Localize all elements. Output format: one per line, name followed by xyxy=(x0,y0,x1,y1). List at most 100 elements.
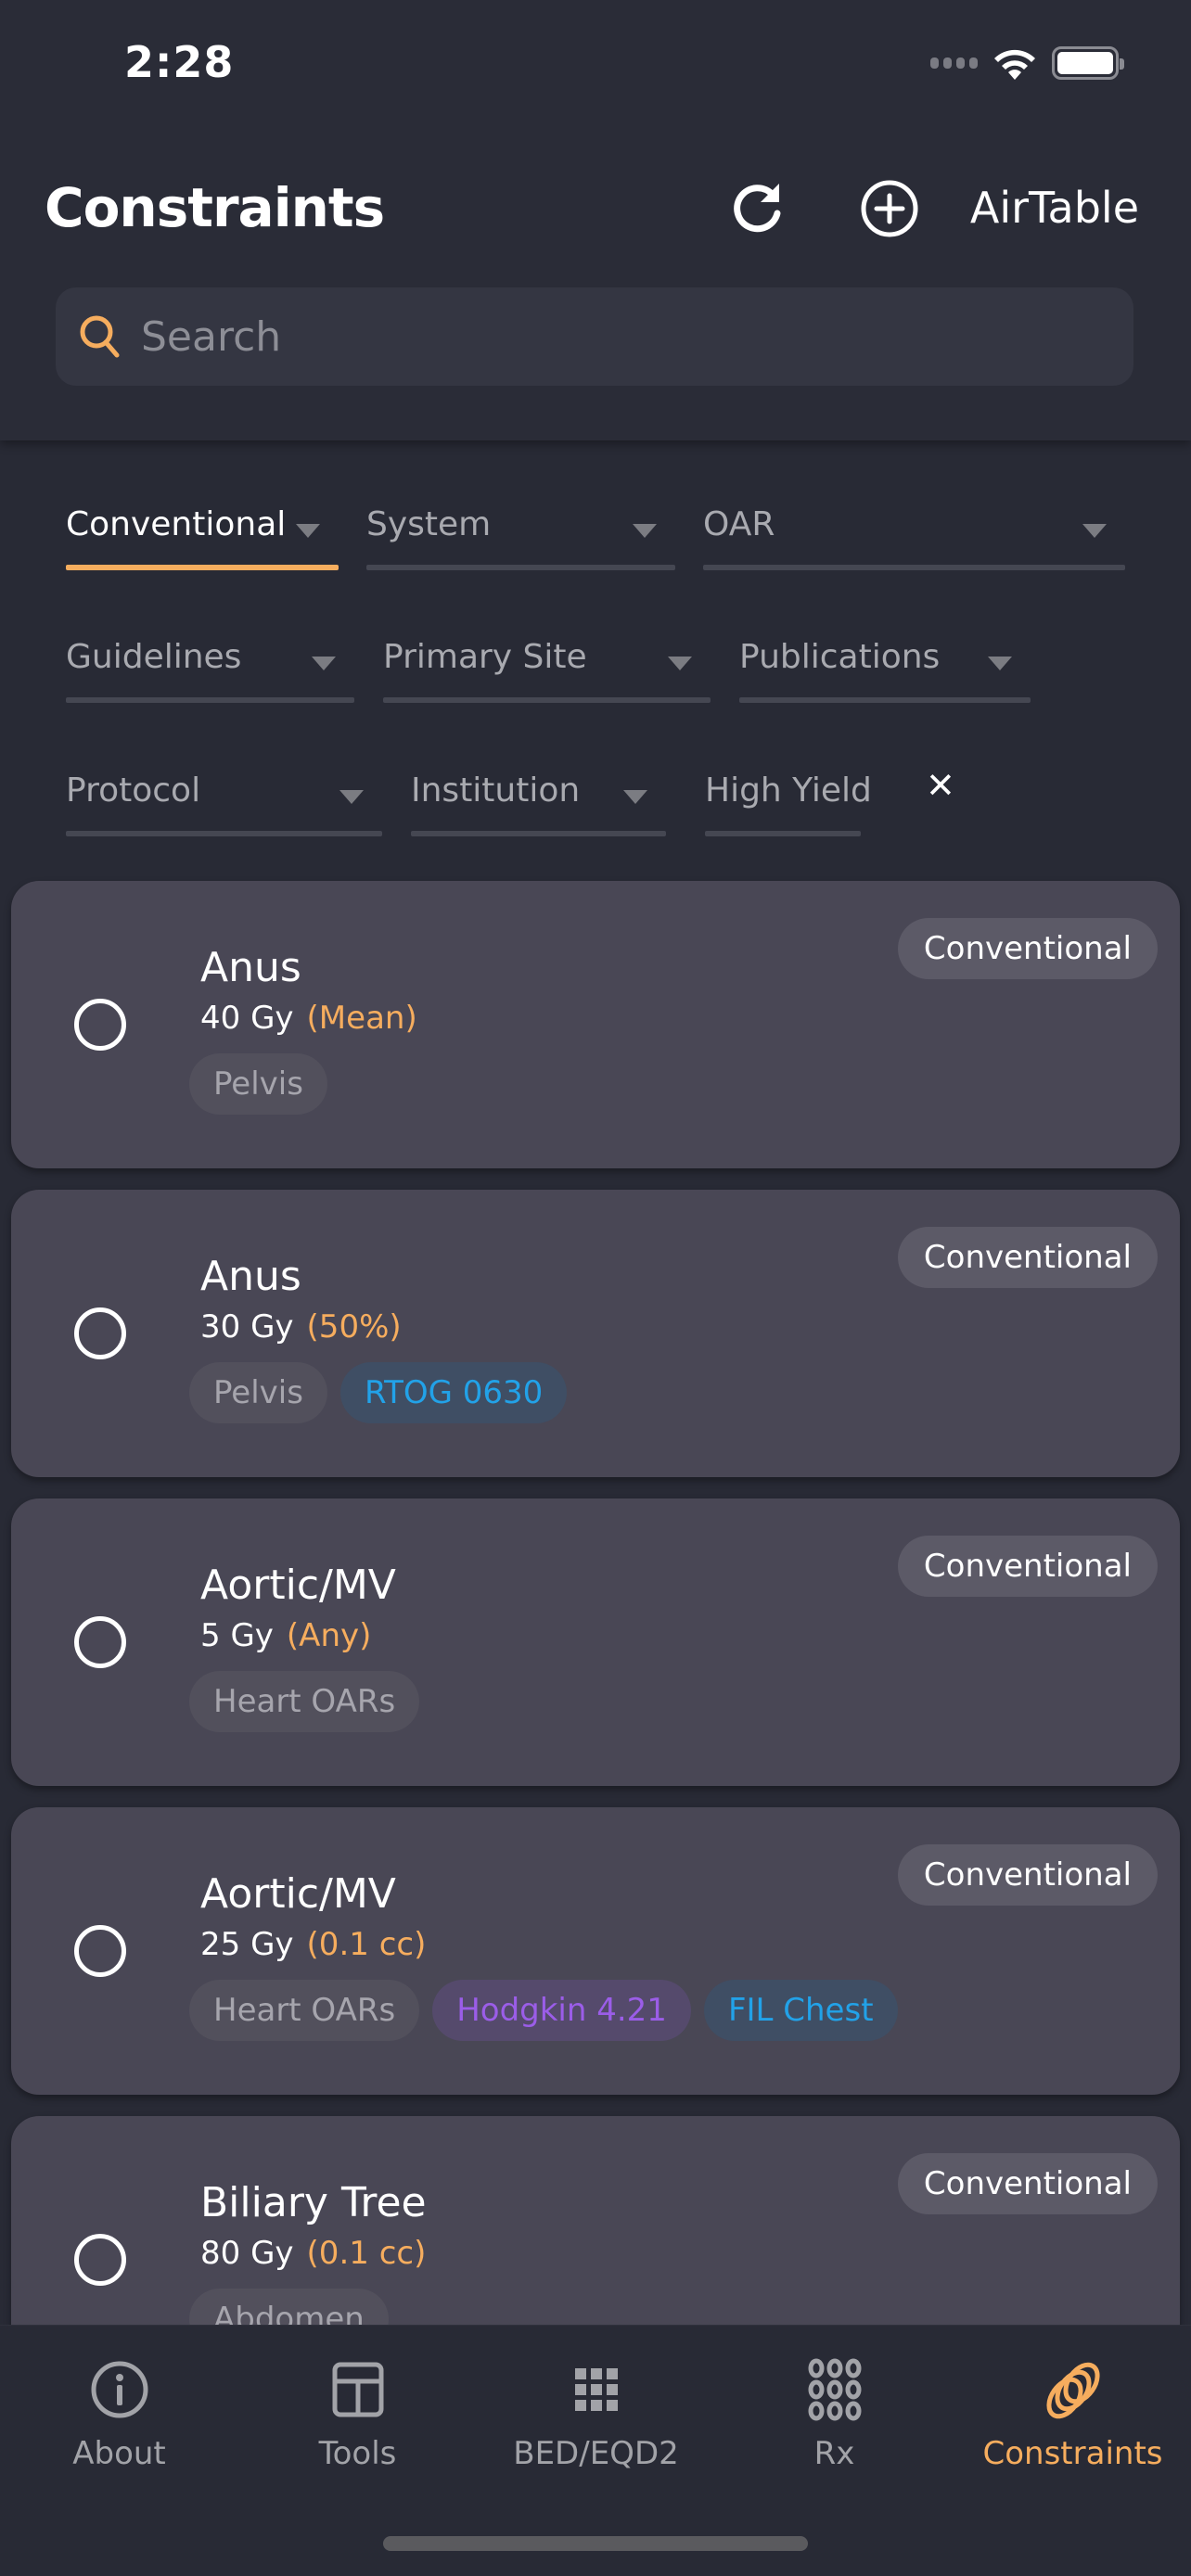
filter-label: Institution xyxy=(411,772,581,810)
organ-name: Aortic/MV xyxy=(200,1870,396,1918)
tab-tools[interactable]: Tools xyxy=(238,2326,477,2511)
app-header: 2:28 Constraints AirTable xyxy=(0,0,1191,440)
dose-value: 80 Gy xyxy=(200,2235,294,2272)
select-radio[interactable] xyxy=(74,1925,126,1977)
type-badge: Conventional xyxy=(897,1844,1158,1906)
type-badge: Conventional xyxy=(897,2153,1158,2214)
dose-line: 25 Gy (0.1 cc) xyxy=(200,1926,426,1963)
dose-value: 40 Gy xyxy=(200,1000,294,1037)
chevron-down-icon xyxy=(339,790,364,804)
filter-publications[interactable]: Publications xyxy=(739,638,1031,703)
tag-chip[interactable]: Abdomen xyxy=(189,2289,389,2325)
dose-line: 40 Gy (Mean) xyxy=(200,1000,417,1037)
filter-underline xyxy=(66,831,382,836)
tag-list: Heart OARs Hodgkin 4.21 FIL Chest xyxy=(189,1980,898,2041)
dose-qualifier: (0.1 cc) xyxy=(306,1926,427,1963)
dose-line: 5 Gy (Any) xyxy=(200,1617,371,1654)
select-radio[interactable] xyxy=(74,1616,126,1668)
tag-chip[interactable]: RTOG 0630 xyxy=(339,1362,568,1423)
info-icon xyxy=(87,2357,152,2422)
tag-chip[interactable]: Pelvis xyxy=(189,1053,327,1115)
organ-name: Biliary Tree xyxy=(200,2179,427,2226)
filter-conventional[interactable]: Conventional xyxy=(66,505,339,570)
refresh-icon xyxy=(734,184,781,233)
filter-label: High Yield xyxy=(705,772,872,810)
filter-high-yield[interactable]: High Yield xyxy=(705,772,872,836)
tag-chip[interactable]: Hodgkin 4.21 xyxy=(432,1980,691,2041)
dose-qualifier: (Mean) xyxy=(306,1000,417,1037)
filter-guidelines[interactable]: Guidelines xyxy=(66,638,354,703)
search-icon xyxy=(80,315,120,358)
filter-oar[interactable]: OAR xyxy=(703,505,1125,570)
select-radio[interactable] xyxy=(74,1307,126,1359)
clear-filters-button[interactable]: ✕ xyxy=(926,765,955,806)
tag-chip[interactable]: FIL Chest xyxy=(703,1980,898,2041)
select-radio[interactable] xyxy=(74,999,126,1051)
chevron-down-icon xyxy=(296,524,320,538)
airtable-button[interactable]: AirTable xyxy=(970,183,1139,233)
tag-chip[interactable]: Heart OARs xyxy=(189,1671,420,1732)
filter-primary-site[interactable]: Primary Site xyxy=(383,638,711,703)
dose-line: 80 Gy (0.1 cc) xyxy=(200,2235,426,2272)
search-input[interactable] xyxy=(141,312,1069,361)
dose-qualifier: (50%) xyxy=(306,1308,402,1345)
filter-institution[interactable]: Institution xyxy=(411,772,666,836)
select-radio[interactable] xyxy=(74,2234,126,2286)
filter-system[interactable]: System xyxy=(366,505,675,570)
constraint-card[interactable]: Anus 40 Gy (Mean) Pelvis Conventional xyxy=(11,881,1180,1168)
tab-rx[interactable]: Rx xyxy=(715,2326,954,2511)
constraint-card[interactable]: Aortic/MV 5 Gy (Any) Heart OARs Conventional xyxy=(11,1498,1180,1786)
chevron-down-icon xyxy=(988,657,1012,670)
refresh-button[interactable] xyxy=(726,178,788,239)
filter-underline xyxy=(66,697,354,703)
tag-list: Pelvis RTOG 0630 xyxy=(189,1362,568,1423)
filter-label: Guidelines xyxy=(66,638,242,676)
chevron-down-icon xyxy=(312,657,336,670)
page-title: Constraints xyxy=(45,176,385,239)
tab-label: Tools xyxy=(318,2435,397,2472)
tag-chip[interactable]: Pelvis xyxy=(189,1362,327,1423)
filter-label: Primary Site xyxy=(383,638,587,676)
home-indicator[interactable] xyxy=(383,2536,808,2551)
status-icons xyxy=(930,45,1124,82)
constraint-card[interactable]: Aortic/MV 25 Gy (0.1 cc) Heart OARs Hodgkin … xyxy=(11,1807,1180,2095)
tag-chip[interactable]: Heart OARs xyxy=(189,1980,420,2041)
status-time: 2:28 xyxy=(124,37,235,87)
chevron-down-icon xyxy=(623,790,647,804)
filter-underline xyxy=(703,565,1125,570)
tab-constraints[interactable]: Constraints xyxy=(954,2326,1191,2511)
filter-underline xyxy=(366,565,675,570)
chevron-down-icon xyxy=(1082,524,1107,538)
search-bar[interactable] xyxy=(56,287,1133,386)
organ-name: Anus xyxy=(200,1253,301,1300)
layout-icon xyxy=(326,2357,391,2422)
filter-underline xyxy=(739,697,1031,703)
battery-icon xyxy=(1052,46,1124,80)
filter-underline xyxy=(411,831,666,836)
dose-qualifier: (0.1 cc) xyxy=(306,2235,427,2272)
dose-qualifier: (Any) xyxy=(286,1617,372,1654)
tab-bed-eqd2[interactable]: BED/EQD2 xyxy=(477,2326,715,2511)
dose-value: 5 Gy xyxy=(200,1617,274,1654)
chevron-down-icon xyxy=(668,657,692,670)
dots-grid-icon xyxy=(802,2357,867,2422)
add-button[interactable] xyxy=(859,178,920,239)
filter-label: OAR xyxy=(703,505,775,543)
tab-label: BED/EQD2 xyxy=(513,2435,679,2472)
constraint-card[interactable]: Biliary Tree 80 Gy (0.1 cc) Abdomen Conventi… xyxy=(11,2116,1180,2325)
type-badge: Conventional xyxy=(897,1536,1158,1597)
cellular-signal-icon xyxy=(930,57,978,69)
tab-about[interactable]: About xyxy=(0,2326,238,2511)
type-badge: Conventional xyxy=(897,918,1158,979)
filter-underline xyxy=(705,831,861,836)
tab-label: About xyxy=(72,2435,166,2472)
constraint-card[interactable]: Anus 30 Gy (50%) Pelvis RTOG 0630 Conventiona… xyxy=(11,1190,1180,1477)
filter-underline xyxy=(383,697,711,703)
rings-icon xyxy=(1041,2357,1106,2422)
filter-protocol[interactable]: Protocol xyxy=(66,772,382,836)
tag-list: Pelvis xyxy=(189,1053,327,1115)
grid-icon xyxy=(564,2357,629,2422)
type-badge: Conventional xyxy=(897,1227,1158,1288)
filter-underline xyxy=(66,565,339,570)
dose-line: 30 Gy (50%) xyxy=(200,1308,402,1345)
